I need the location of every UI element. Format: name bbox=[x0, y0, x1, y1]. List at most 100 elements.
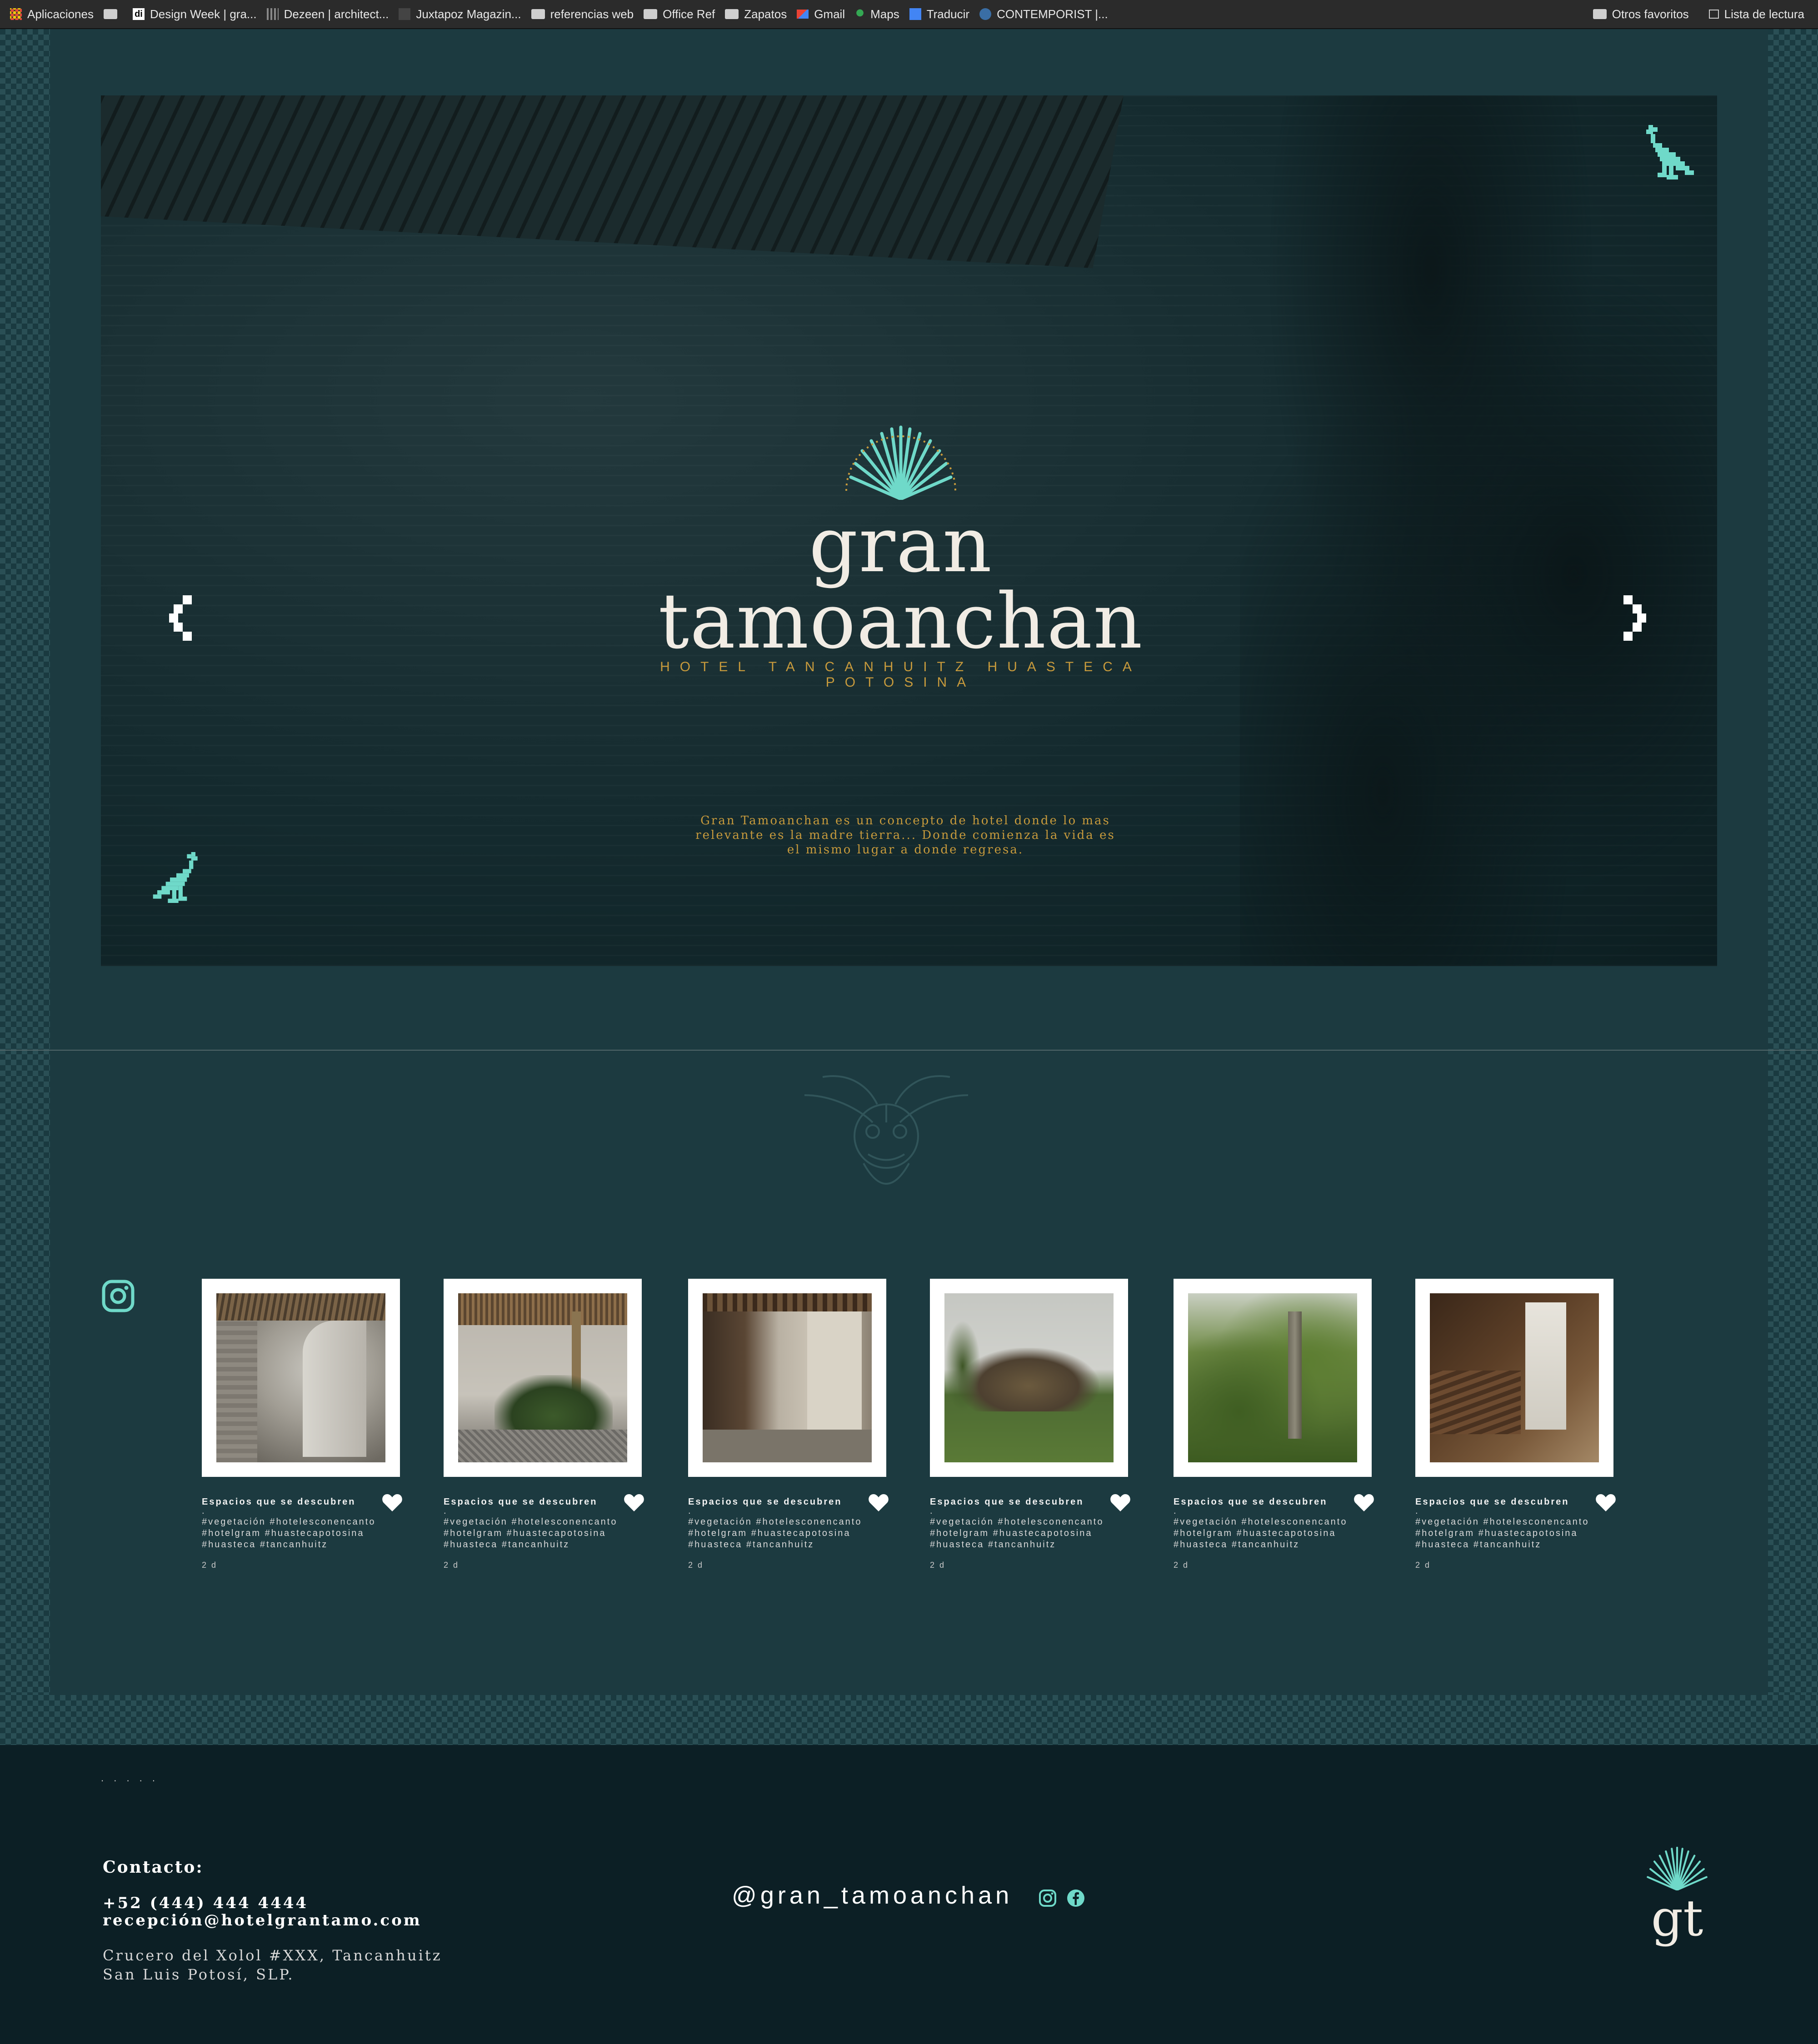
bookmark-label: Maps bbox=[870, 7, 899, 21]
bookmark-label: Zapatos bbox=[744, 7, 787, 21]
post-photo-frame[interactable] bbox=[444, 1279, 642, 1477]
bookmarks-bar: Aplicaciones di Design Week | gra... Dez… bbox=[0, 0, 1818, 29]
post-photo bbox=[458, 1293, 627, 1462]
sun-fan-icon bbox=[1647, 1846, 1708, 1890]
post-tags: #vegetación #hotelesconencanto #hotelgra… bbox=[444, 1517, 618, 1550]
hero-foliage bbox=[1240, 95, 1717, 966]
contact-email[interactable]: recepción@hotelgrantamo.com bbox=[103, 1911, 422, 1929]
translate-icon bbox=[909, 8, 921, 20]
address-line-2: San Luis Potosí, SLP. bbox=[103, 1966, 295, 1983]
bird-icon bbox=[153, 852, 198, 903]
folder-icon bbox=[103, 9, 117, 19]
maps-pin-icon bbox=[855, 8, 865, 20]
instagram-post[interactable]: Espacios que se descubren . #vegetación … bbox=[444, 1279, 644, 1570]
bookmark-traducir[interactable]: Traducir bbox=[909, 7, 969, 21]
chevron-left-icon[interactable] bbox=[169, 595, 196, 641]
juxtapoz-favicon bbox=[399, 8, 411, 20]
instagram-post[interactable]: Espacios que se descubren . #vegetación … bbox=[1415, 1279, 1616, 1570]
post-photo bbox=[216, 1293, 385, 1462]
post-photo-frame[interactable] bbox=[202, 1279, 400, 1477]
folder-icon bbox=[644, 9, 658, 19]
gmail-icon bbox=[797, 10, 809, 19]
instagram-post[interactable]: Espacios que se descubren . #vegetación … bbox=[930, 1279, 1131, 1570]
folder-icon bbox=[1593, 9, 1607, 19]
bookmark-juxtapoz[interactable]: Juxtapoz Magazin... bbox=[399, 7, 521, 21]
bookmark-label: referencias web bbox=[550, 7, 634, 21]
brand-name: gran tamoanchan bbox=[658, 500, 1144, 666]
post-dot: . bbox=[1174, 1506, 1178, 1516]
heart-icon[interactable] bbox=[1354, 1493, 1374, 1512]
post-photo bbox=[1188, 1293, 1357, 1462]
instagram-post[interactable]: Espacios que se descubren . #vegetación … bbox=[1174, 1279, 1374, 1570]
hero-logo: gran tamoanchan HOTEL TANCANHUITZ HUASTE… bbox=[583, 423, 1219, 690]
post-photo-frame[interactable] bbox=[930, 1279, 1128, 1477]
post-time: 2 d bbox=[688, 1560, 704, 1570]
footer: . . . . . Contacto: +52 (444) 444 4444 r… bbox=[0, 1745, 1818, 2044]
post-time: 2 d bbox=[1174, 1560, 1189, 1570]
heart-icon[interactable] bbox=[868, 1493, 889, 1512]
bookmark-otros-favoritos[interactable]: Otros favoritos bbox=[1593, 7, 1689, 21]
bookmark-label: Juxtapoz Magazin... bbox=[416, 7, 521, 21]
post-tags: #vegetación #hotelesconencanto #hotelgra… bbox=[1174, 1517, 1348, 1550]
post-title: Espacios que se descubren bbox=[688, 1497, 842, 1507]
heart-icon[interactable] bbox=[382, 1493, 403, 1512]
post-time: 2 d bbox=[930, 1560, 946, 1570]
bookmark-reading-list[interactable]: Lista de lectura bbox=[1708, 7, 1804, 21]
heart-icon[interactable] bbox=[624, 1493, 644, 1512]
bird-icon bbox=[1646, 125, 1694, 179]
post-photo-frame[interactable] bbox=[1415, 1279, 1613, 1477]
post-tags: #vegetación #hotelesconencanto #hotelgra… bbox=[1415, 1517, 1589, 1550]
bookmark-label: Traducir bbox=[926, 7, 970, 21]
post-tags: #vegetación #hotelesconencanto #hotelgra… bbox=[688, 1517, 862, 1550]
bookmark-gmail[interactable]: Gmail bbox=[797, 7, 845, 21]
instagram-post[interactable]: Espacios que se descubren . #vegetación … bbox=[202, 1279, 403, 1570]
chevron-right-icon[interactable] bbox=[1619, 595, 1646, 641]
di-favicon: di bbox=[132, 8, 145, 20]
post-title: Espacios que se descubren bbox=[930, 1497, 1084, 1507]
post-photo-frame[interactable] bbox=[688, 1279, 886, 1477]
bookmark-apps[interactable]: Aplicaciones bbox=[10, 7, 94, 21]
post-photo bbox=[1430, 1293, 1599, 1462]
bookmark-contemporist[interactable]: CONTEMPORIST |... bbox=[979, 7, 1108, 21]
mask-deity-icon bbox=[804, 1075, 969, 1185]
bookmark-label: Design Week | gra... bbox=[150, 7, 257, 21]
section-divider bbox=[0, 1050, 1818, 1051]
hero-description: Gran Tamoanchan es un concepto de hotel … bbox=[695, 814, 1115, 857]
contact-phone[interactable]: +52 (444) 444 4444 bbox=[103, 1894, 308, 1912]
heart-icon[interactable] bbox=[1110, 1493, 1131, 1512]
bookmark-referencias-web[interactable]: referencias web bbox=[531, 7, 634, 21]
post-time: 2 d bbox=[202, 1560, 218, 1570]
bookmark-zapatos[interactable]: Zapatos bbox=[725, 7, 787, 21]
post-time: 2 d bbox=[1415, 1560, 1431, 1570]
post-dot: . bbox=[444, 1506, 448, 1516]
bookmark-label: Gmail bbox=[814, 7, 845, 21]
folder-icon bbox=[531, 9, 545, 19]
social-links bbox=[1038, 1889, 1085, 1908]
bookmark-label: Aplicaciones bbox=[27, 7, 94, 21]
bookmark-label: CONTEMPORIST |... bbox=[997, 7, 1108, 21]
post-title: Espacios que se descubren bbox=[1174, 1497, 1328, 1507]
bookmark-maps[interactable]: Maps bbox=[855, 7, 899, 21]
post-photo bbox=[703, 1293, 872, 1462]
facebook-icon[interactable] bbox=[1066, 1889, 1085, 1908]
bookmark-office-ref[interactable]: Office Ref bbox=[644, 7, 715, 21]
contemporist-favicon bbox=[979, 8, 992, 20]
bookmark-label: Lista de lectura bbox=[1724, 7, 1804, 21]
bookmark-folder[interactable] bbox=[103, 9, 123, 19]
instagram-handle[interactable]: @gran_tamoanchan bbox=[732, 1881, 1013, 1909]
heart-icon[interactable] bbox=[1595, 1493, 1616, 1512]
hero-slider: gran tamoanchan HOTEL TANCANHUITZ HUASTE… bbox=[101, 95, 1717, 966]
instagram-post[interactable]: Espacios que se descubren . #vegetación … bbox=[688, 1279, 889, 1570]
instagram-icon[interactable] bbox=[101, 1279, 135, 1313]
bookmark-design-week[interactable]: di Design Week | gra... bbox=[132, 7, 257, 21]
instagram-icon[interactable] bbox=[1038, 1889, 1057, 1908]
bookmark-label: Dezeen | architect... bbox=[284, 7, 389, 21]
apps-grid-icon bbox=[10, 8, 22, 20]
pattern-border-left bbox=[0, 29, 50, 1745]
bookmark-dezeen[interactable]: Dezeen | architect... bbox=[266, 7, 389, 21]
dezeen-favicon bbox=[266, 8, 279, 20]
post-photo-frame[interactable] bbox=[1174, 1279, 1372, 1477]
sun-fan-icon bbox=[845, 425, 956, 501]
footer-logo: gt bbox=[1636, 1845, 1718, 1954]
post-title: Espacios que se descubren bbox=[444, 1497, 598, 1507]
